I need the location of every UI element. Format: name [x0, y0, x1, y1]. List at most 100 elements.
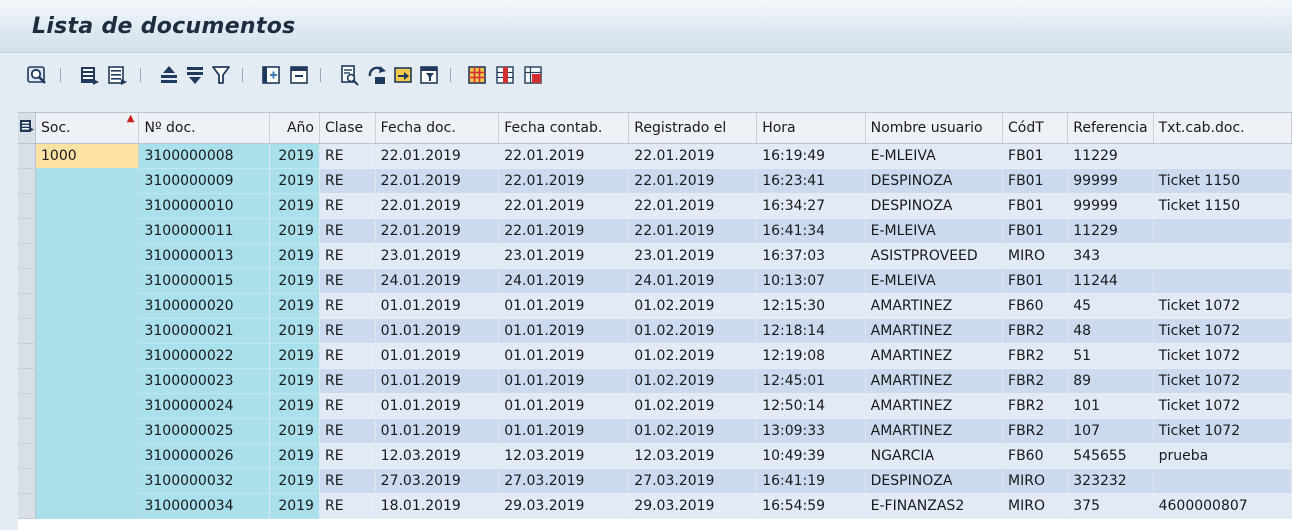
cell-clase[interactable]: RE — [319, 168, 376, 194]
cell-txt-cab-doc[interactable]: Ticket 1072 — [1153, 368, 1292, 394]
cell-txt-cab-doc[interactable] — [1153, 218, 1292, 244]
select-all-rows-button[interactable] — [18, 113, 36, 144]
sort-ascending-icon[interactable] — [158, 64, 180, 86]
cell-registrado-el[interactable]: 24.01.2019 — [628, 268, 758, 294]
cell-no-doc[interactable]: 3100000011 — [138, 218, 271, 244]
print-preview-icon[interactable] — [338, 64, 360, 86]
row-selector[interactable] — [18, 243, 36, 269]
cell-ano[interactable]: 2019 — [269, 193, 320, 219]
cell-fecha-contab[interactable]: 01.01.2019 — [498, 318, 630, 344]
cell-fecha-contab[interactable]: 12.03.2019 — [498, 443, 630, 469]
change-layout-icon[interactable] — [494, 64, 516, 86]
cell-hora[interactable]: 12:45:01 — [756, 368, 866, 394]
cell-codt[interactable]: MIRO — [1002, 243, 1069, 269]
cell-referencia[interactable]: 99999 — [1067, 193, 1154, 219]
cell-soc[interactable] — [35, 218, 140, 244]
cell-fecha-contab[interactable]: 22.01.2019 — [498, 143, 630, 169]
row-selector[interactable] — [18, 268, 36, 294]
cell-hora[interactable]: 16:23:41 — [756, 168, 866, 194]
cell-ano[interactable]: 2019 — [269, 418, 320, 444]
table-row[interactable]: 3100000034 2019 RE 18.01.2019 29.03.2019 29.0… — [18, 493, 1292, 519]
cell-ano[interactable]: 2019 — [269, 268, 320, 294]
cell-fecha-contab[interactable]: 22.01.2019 — [498, 168, 630, 194]
cell-no-doc[interactable]: 3100000013 — [138, 243, 271, 269]
cell-hora[interactable]: 16:19:49 — [756, 143, 866, 169]
cell-nombre-usuario[interactable]: NGARCIA — [865, 443, 1004, 469]
cell-fecha-doc[interactable]: 12.03.2019 — [375, 443, 500, 469]
cell-fecha-contab[interactable]: 24.01.2019 — [498, 268, 630, 294]
table-row[interactable]: 3100000013 2019 RE 23.01.2019 23.01.2019 23.0… — [18, 243, 1292, 269]
cell-codt[interactable]: FBR2 — [1002, 393, 1069, 419]
cell-soc[interactable] — [35, 393, 140, 419]
cell-soc[interactable] — [35, 168, 140, 194]
cell-hora[interactable]: 12:18:14 — [756, 318, 866, 344]
cell-no-doc[interactable]: 3100000034 — [138, 493, 271, 519]
cell-fecha-doc[interactable]: 22.01.2019 — [375, 143, 500, 169]
cell-hora[interactable]: 10:13:07 — [756, 268, 866, 294]
cell-ano[interactable]: 2019 — [269, 293, 320, 319]
cell-nombre-usuario[interactable]: DESPINOZA — [865, 168, 1004, 194]
table-row[interactable]: 3100000024 2019 RE 01.01.2019 01.01.2019 01.0… — [18, 393, 1292, 419]
cell-fecha-contab[interactable]: 01.01.2019 — [498, 393, 630, 419]
row-selector[interactable] — [18, 318, 36, 344]
cell-hora[interactable]: 16:37:03 — [756, 243, 866, 269]
cell-nombre-usuario[interactable]: AMARTINEZ — [865, 418, 1004, 444]
cell-txt-cab-doc[interactable] — [1153, 143, 1292, 169]
column-header-registrado-el[interactable]: Registrado el — [628, 113, 758, 144]
cell-no-doc[interactable]: 3100000022 — [138, 343, 271, 369]
cell-hora[interactable]: 10:49:39 — [756, 443, 866, 469]
cell-clase[interactable]: RE — [319, 493, 376, 519]
cell-referencia[interactable]: 99999 — [1067, 168, 1154, 194]
cell-registrado-el[interactable]: 29.03.2019 — [628, 493, 758, 519]
cell-soc[interactable] — [35, 293, 140, 319]
cell-fecha-contab[interactable]: 27.03.2019 — [498, 468, 630, 494]
cell-fecha-doc[interactable]: 23.01.2019 — [375, 243, 500, 269]
column-header-clase[interactable]: Clase — [319, 113, 376, 144]
cell-codt[interactable]: FB60 — [1002, 443, 1069, 469]
table-row[interactable]: 3100000025 2019 RE 01.01.2019 01.01.2019 01.0… — [18, 418, 1292, 444]
cell-referencia[interactable]: 11244 — [1067, 268, 1154, 294]
cell-referencia[interactable]: 45 — [1067, 293, 1154, 319]
cell-no-doc[interactable]: 3100000010 — [138, 193, 271, 219]
cell-hora[interactable]: 12:19:08 — [756, 343, 866, 369]
table-row[interactable]: 3100000022 2019 RE 01.01.2019 01.01.2019 01.0… — [18, 343, 1292, 369]
cell-no-doc[interactable]: 3100000021 — [138, 318, 271, 344]
cell-no-doc[interactable]: 3100000024 — [138, 393, 271, 419]
cell-fecha-doc[interactable]: 01.01.2019 — [375, 418, 500, 444]
cell-codt[interactable]: FBR2 — [1002, 368, 1069, 394]
cell-clase[interactable]: RE — [319, 193, 376, 219]
column-header-fecha-contab[interactable]: Fecha contab. — [498, 113, 630, 144]
cell-fecha-doc[interactable]: 24.01.2019 — [375, 268, 500, 294]
cell-fecha-doc[interactable]: 01.01.2019 — [375, 318, 500, 344]
cell-fecha-doc[interactable]: 18.01.2019 — [375, 493, 500, 519]
cell-soc[interactable] — [35, 343, 140, 369]
row-selector[interactable] — [18, 418, 36, 444]
cell-nombre-usuario[interactable]: E-MLEIVA — [865, 218, 1004, 244]
cell-clase[interactable]: RE — [319, 143, 376, 169]
cell-txt-cab-doc[interactable]: Ticket 1072 — [1153, 293, 1292, 319]
send-icon[interactable] — [392, 64, 414, 86]
cell-txt-cab-doc[interactable]: Ticket 1072 — [1153, 418, 1292, 444]
cell-registrado-el[interactable]: 23.01.2019 — [628, 243, 758, 269]
cell-ano[interactable]: 2019 — [269, 243, 320, 269]
cell-nombre-usuario[interactable]: AMARTINEZ — [865, 393, 1004, 419]
select-all-icon[interactable] — [78, 64, 100, 86]
cell-soc[interactable] — [35, 493, 140, 519]
cell-txt-cab-doc[interactable]: prueba — [1153, 443, 1292, 469]
cell-referencia[interactable]: 107 — [1067, 418, 1154, 444]
cell-registrado-el[interactable]: 01.02.2019 — [628, 343, 758, 369]
cell-fecha-contab[interactable]: 01.01.2019 — [498, 293, 630, 319]
cell-txt-cab-doc[interactable]: Ticket 1072 — [1153, 343, 1292, 369]
cell-hora[interactable]: 13:09:33 — [756, 418, 866, 444]
cell-soc[interactable] — [35, 318, 140, 344]
export-icon[interactable] — [366, 64, 388, 86]
cell-ano[interactable]: 2019 — [269, 493, 320, 519]
table-row[interactable]: 3100000009 2019 RE 22.01.2019 22.01.2019 22.0… — [18, 168, 1292, 194]
table-row[interactable]: 1000 3100000008 2019 RE 22.01.2019 22.01.2019… — [18, 143, 1292, 169]
table-row[interactable]: 3100000010 2019 RE 22.01.2019 22.01.2019 22.0… — [18, 193, 1292, 219]
cell-referencia[interactable]: 343 — [1067, 243, 1154, 269]
table-row[interactable]: 3100000020 2019 RE 01.01.2019 01.01.2019 01.0… — [18, 293, 1292, 319]
abc-analysis-icon[interactable] — [418, 64, 440, 86]
cell-ano[interactable]: 2019 — [269, 368, 320, 394]
cell-no-doc[interactable]: 3100000026 — [138, 443, 271, 469]
